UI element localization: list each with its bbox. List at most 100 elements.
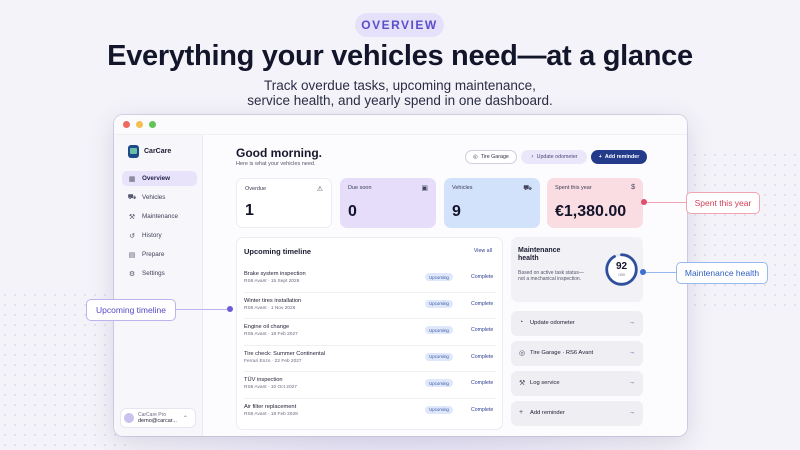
- task-meta: RS6 Avant · 10 Oct 2027: [244, 385, 297, 390]
- calendar-icon: ▣: [421, 185, 428, 192]
- callout-connector-spent: [645, 202, 686, 203]
- task-name: Engine oil change: [244, 324, 290, 330]
- callout-upcoming-timeline: Upcoming timeline: [86, 299, 176, 321]
- history-icon: ↺: [129, 232, 135, 240]
- overview-pill: OVERVIEW: [355, 13, 444, 37]
- status-badge: Upcoming: [425, 273, 453, 281]
- add-reminder-label: Add reminder: [604, 154, 640, 160]
- quick-action-tire-garage[interactable]: ◎ Tire Garage · RS6 Avant →: [511, 341, 643, 366]
- update-odometer-label: Update odometer: [536, 154, 578, 160]
- arrow-right-icon: →: [628, 319, 636, 326]
- status-badge: Upcoming: [425, 379, 453, 387]
- gear-icon: ⚙: [128, 270, 136, 278]
- complete-button[interactable]: Complete: [471, 354, 493, 360]
- arrow-right-icon: →: [628, 349, 636, 356]
- sidebar-item-label: Prepare: [142, 251, 165, 258]
- callout-spent-this-year: Spent this year: [686, 192, 760, 214]
- complete-button[interactable]: Complete: [471, 380, 493, 386]
- stat-label: Vehicles: [452, 185, 473, 191]
- car-icon: ⛟: [127, 194, 137, 201]
- status-badge: Upcoming: [425, 299, 453, 308]
- wrench-icon: ⚒: [519, 380, 526, 387]
- callout-dot-spent: [641, 199, 647, 205]
- sidebar-item-prepare[interactable]: ▤ Prepare: [122, 247, 197, 262]
- tire-garage-button[interactable]: ◎ Tire Garage: [465, 150, 517, 164]
- chevron-down-icon: ⌃: [182, 415, 188, 422]
- timeline-row: Engine oil change RS6 Avant · 18 Feb 202…: [244, 319, 496, 346]
- user-menu[interactable]: CarCare Pro demo@carcar... ⌃: [120, 408, 196, 428]
- status-badge: Upcoming: [425, 326, 453, 334]
- quick-action-log-service[interactable]: ⚒ Log service →: [511, 371, 643, 396]
- upcoming-timeline-card: Upcoming timeline View all Brake system …: [236, 237, 503, 430]
- user-info: CarCare Pro demo@carcar...: [138, 412, 177, 424]
- sidebar-item-label: History: [142, 232, 162, 239]
- task-name: Winter tires installation: [244, 297, 302, 304]
- maximize-window-button[interactable]: [149, 121, 156, 128]
- add-reminder-button[interactable]: + Add reminder: [591, 150, 647, 164]
- quick-action-label: Update odometer: [530, 320, 575, 326]
- quick-action-label: Log service: [530, 380, 560, 386]
- subheadline-line-2: service health, and yearly spend in one …: [247, 93, 553, 108]
- sidebar-item-maintenance[interactable]: ⚒ Maintenance: [122, 209, 197, 224]
- complete-button[interactable]: Complete: [471, 274, 493, 280]
- task-meta: RS6 Avant · 1 Nov 2026: [244, 305, 296, 311]
- task-meta: RS6 Avant · 15 Sept 2026: [244, 279, 300, 284]
- callout-dot-timeline: [227, 306, 233, 312]
- health-title: Maintenance health: [518, 247, 561, 262]
- sidebar-item-vehicles[interactable]: ⛟ Vehicles: [122, 190, 197, 205]
- quick-action-add-reminder[interactable]: + Add reminder →: [511, 401, 643, 426]
- stat-card-due-soon[interactable]: Due soon ▣ 0: [340, 178, 436, 228]
- health-score: 92: [615, 261, 628, 272]
- sidebar-item-label: Settings: [142, 270, 165, 277]
- view-all-link[interactable]: View all: [474, 248, 492, 254]
- gauge-icon: ◔: [519, 319, 524, 326]
- main-content: Good morning. Here is what your vehicles…: [203, 135, 687, 436]
- plus-icon: +: [598, 154, 602, 160]
- coin-icon: $: [631, 184, 635, 191]
- quick-action-label: Add reminder: [530, 410, 565, 416]
- stat-label: Overdue: [245, 186, 267, 192]
- car-icon: ⛟: [523, 185, 532, 192]
- callout-connector-timeline: [176, 309, 230, 310]
- minimize-window-button[interactable]: [136, 121, 143, 128]
- stat-card-overdue[interactable]: Overdue ⚠ 1: [236, 178, 332, 228]
- sidebar-item-overview[interactable]: ▦ Overview: [122, 171, 197, 186]
- plus-icon: +: [519, 409, 524, 416]
- task-meta: Ferrari Enzo · 22 Feb 2027: [244, 358, 302, 364]
- page-subtitle: Here is what your vehicles need.: [236, 161, 316, 167]
- stat-label: Spent this year: [555, 185, 592, 191]
- callout-maintenance-health: Maintenance health: [676, 262, 768, 284]
- arrow-right-icon: →: [628, 379, 636, 386]
- carcare-logo-icon: [128, 145, 139, 158]
- complete-button[interactable]: Complete: [471, 407, 493, 413]
- stat-value: 1: [245, 202, 254, 219]
- clipboard-icon: ▤: [128, 251, 136, 259]
- sidebar-item-history[interactable]: ↺ History: [122, 228, 197, 243]
- subheadline: Track overdue tasks, upcoming maintenanc…: [0, 78, 800, 108]
- close-window-button[interactable]: [123, 121, 130, 128]
- stat-value: €1,380.00: [555, 203, 627, 220]
- sidebar-item-settings[interactable]: ⚙ Settings: [122, 266, 197, 281]
- tire-icon: ◎: [519, 350, 526, 357]
- complete-button[interactable]: Complete: [471, 301, 493, 307]
- stat-card-spent[interactable]: Spent this year $ €1,380.00: [547, 178, 643, 228]
- task-name: TÜV inspection: [244, 377, 283, 383]
- complete-button[interactable]: Complete: [471, 327, 493, 333]
- timeline-row: Winter tires installation RS6 Avant · 1 …: [244, 293, 496, 319]
- warning-icon: ⚠: [316, 186, 323, 193]
- page-title: Good morning.: [236, 146, 322, 160]
- app-name: CarCare: [144, 148, 172, 155]
- quick-action-update-odometer[interactable]: ◔ Update odometer →: [511, 311, 643, 336]
- timeline-title: Upcoming timeline: [244, 247, 312, 256]
- sidebar-item-label: Overview: [142, 175, 171, 182]
- dot-pattern-right: [670, 150, 800, 310]
- health-subtitle: Based on active task status—not a mechan…: [518, 270, 584, 282]
- stat-label: Due soon: [348, 185, 372, 191]
- timeline-list: Brake system inspection RS6 Avant · 15 S…: [244, 266, 496, 425]
- grid-icon: ▦: [128, 175, 136, 183]
- stat-value: 9: [452, 203, 461, 220]
- update-odometer-button[interactable]: ◔ Update odometer: [521, 150, 587, 164]
- app-logo[interactable]: CarCare: [128, 145, 171, 158]
- stat-card-vehicles[interactable]: Vehicles ⛟ 9: [444, 178, 540, 228]
- subheadline-line-1: Track overdue tasks, upcoming maintenanc…: [264, 78, 536, 93]
